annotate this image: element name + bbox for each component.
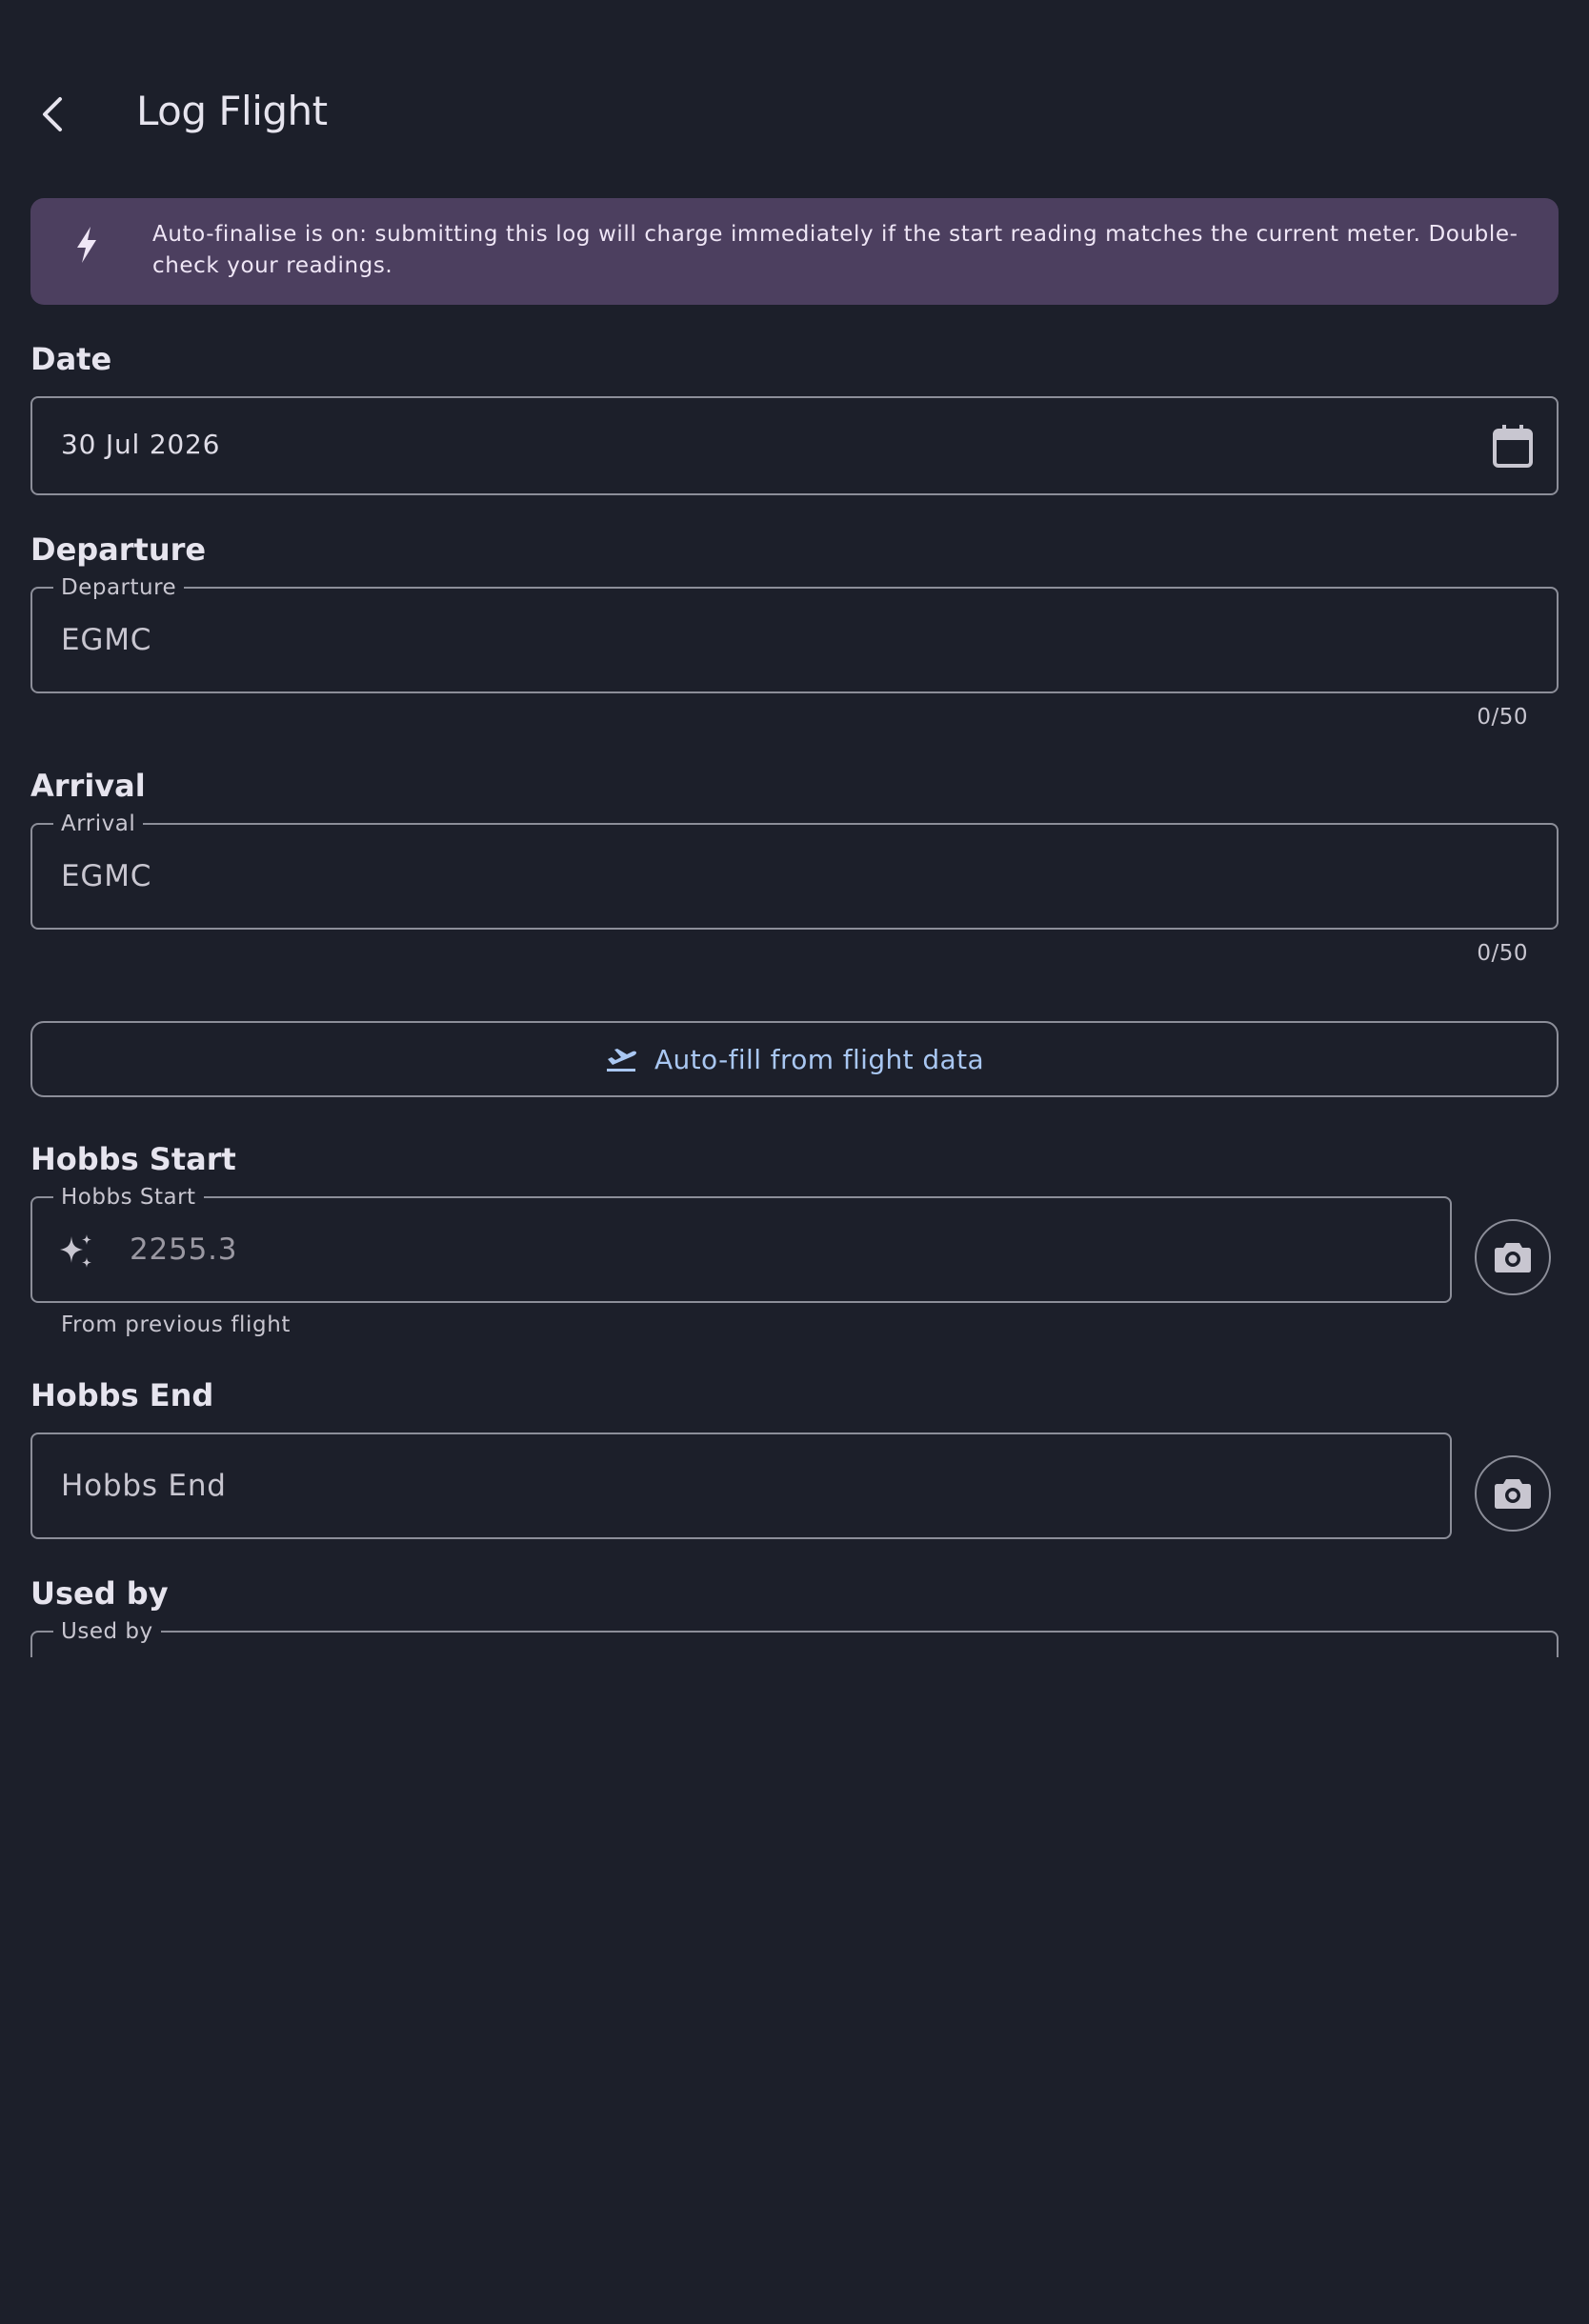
hobbs-start-section-label: Hobbs Start xyxy=(30,1141,236,1177)
departure-section-label: Departure xyxy=(30,531,207,568)
back-button[interactable] xyxy=(19,76,86,152)
arrival-char-counter: 0/50 xyxy=(1477,941,1528,966)
hobbs-end-placeholder: Hobbs End xyxy=(61,1469,227,1503)
arrival-field[interactable]: Arrival EGMC xyxy=(30,810,1559,930)
used-by-section-label: Used by xyxy=(30,1575,169,1612)
departure-value: EGMC xyxy=(61,623,152,657)
departure-char-counter: 0/50 xyxy=(1477,705,1528,730)
date-value: 30 Jul 2026 xyxy=(61,429,221,460)
hobbs-start-field-label: Hobbs Start xyxy=(53,1183,204,1212)
hobbs-start-value: 2255.3 xyxy=(130,1232,238,1267)
date-field[interactable]: 30 Jul 2026 xyxy=(30,396,1559,495)
hobbs-start-camera-button[interactable] xyxy=(1475,1219,1551,1295)
arrival-value: EGMC xyxy=(61,859,152,893)
camera-icon xyxy=(1495,1479,1531,1509)
calendar-icon[interactable] xyxy=(1492,423,1534,469)
flight-takeoff-icon xyxy=(606,1049,636,1072)
hobbs-end-camera-button[interactable] xyxy=(1475,1455,1551,1532)
app-bar: Log Flight xyxy=(0,0,1589,181)
autofill-button[interactable]: Auto-fill from flight data xyxy=(30,1021,1559,1097)
departure-field[interactable]: Departure EGMC xyxy=(30,573,1559,693)
lightning-bolt-icon xyxy=(77,227,96,263)
departure-field-label: Departure xyxy=(53,573,185,602)
sparkle-icon xyxy=(60,1234,91,1268)
auto-finalise-banner: Auto-finalise is on: submitting this log… xyxy=(30,198,1559,305)
chevron-left-icon xyxy=(43,97,62,131)
used-by-field-label: Used by xyxy=(53,1619,161,1646)
date-section-label: Date xyxy=(30,341,112,377)
arrival-field-label: Arrival xyxy=(53,810,144,838)
arrival-section-label: Arrival xyxy=(30,768,146,804)
scroll-clip-region: Used by xyxy=(0,1619,1589,2324)
autofill-button-label: Auto-fill from flight data xyxy=(654,1043,985,1075)
hobbs-end-field[interactable]: Hobbs End xyxy=(30,1432,1452,1539)
hobbs-start-helper-text: From previous flight xyxy=(61,1312,292,1337)
hobbs-end-section-label: Hobbs End xyxy=(30,1377,214,1413)
camera-icon xyxy=(1495,1243,1531,1272)
scroll-mask xyxy=(0,1657,1589,2324)
banner-message: Auto-finalise is on: submitting this log… xyxy=(152,222,1519,278)
page-title: Log Flight xyxy=(136,88,328,134)
hobbs-start-field[interactable]: Hobbs Start 2255.3 xyxy=(30,1183,1452,1303)
